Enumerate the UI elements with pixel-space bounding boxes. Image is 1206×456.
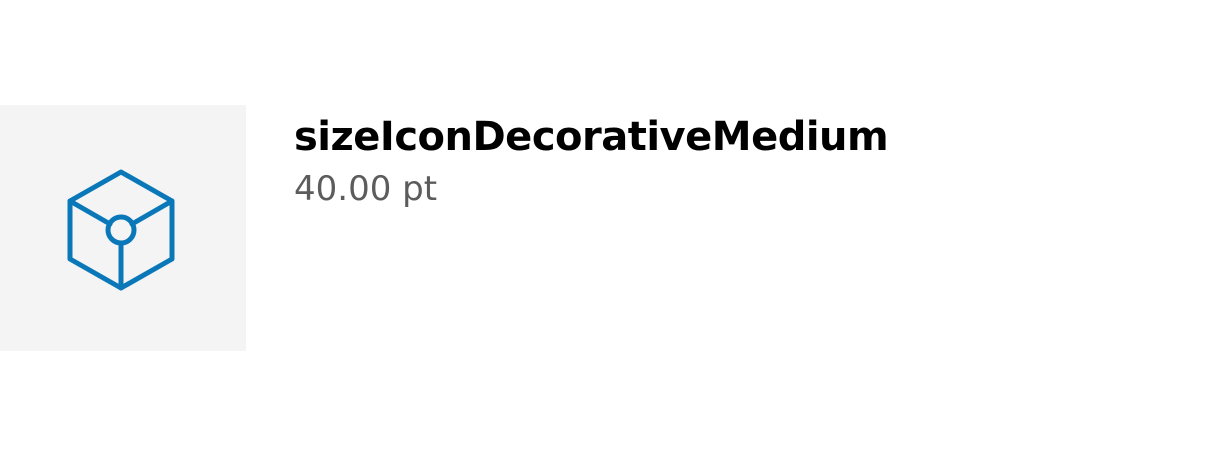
- cube-icon: [67, 169, 175, 291]
- token-value: 40.00 pt: [294, 169, 438, 209]
- token-card: sizeIconDecorativeMedium 40.00 pt: [0, 105, 1206, 351]
- token-name: sizeIconDecorativeMedium: [294, 114, 889, 160]
- icon-preview-tile: [0, 105, 246, 351]
- token-details: sizeIconDecorativeMedium 40.00 pt: [294, 113, 889, 211]
